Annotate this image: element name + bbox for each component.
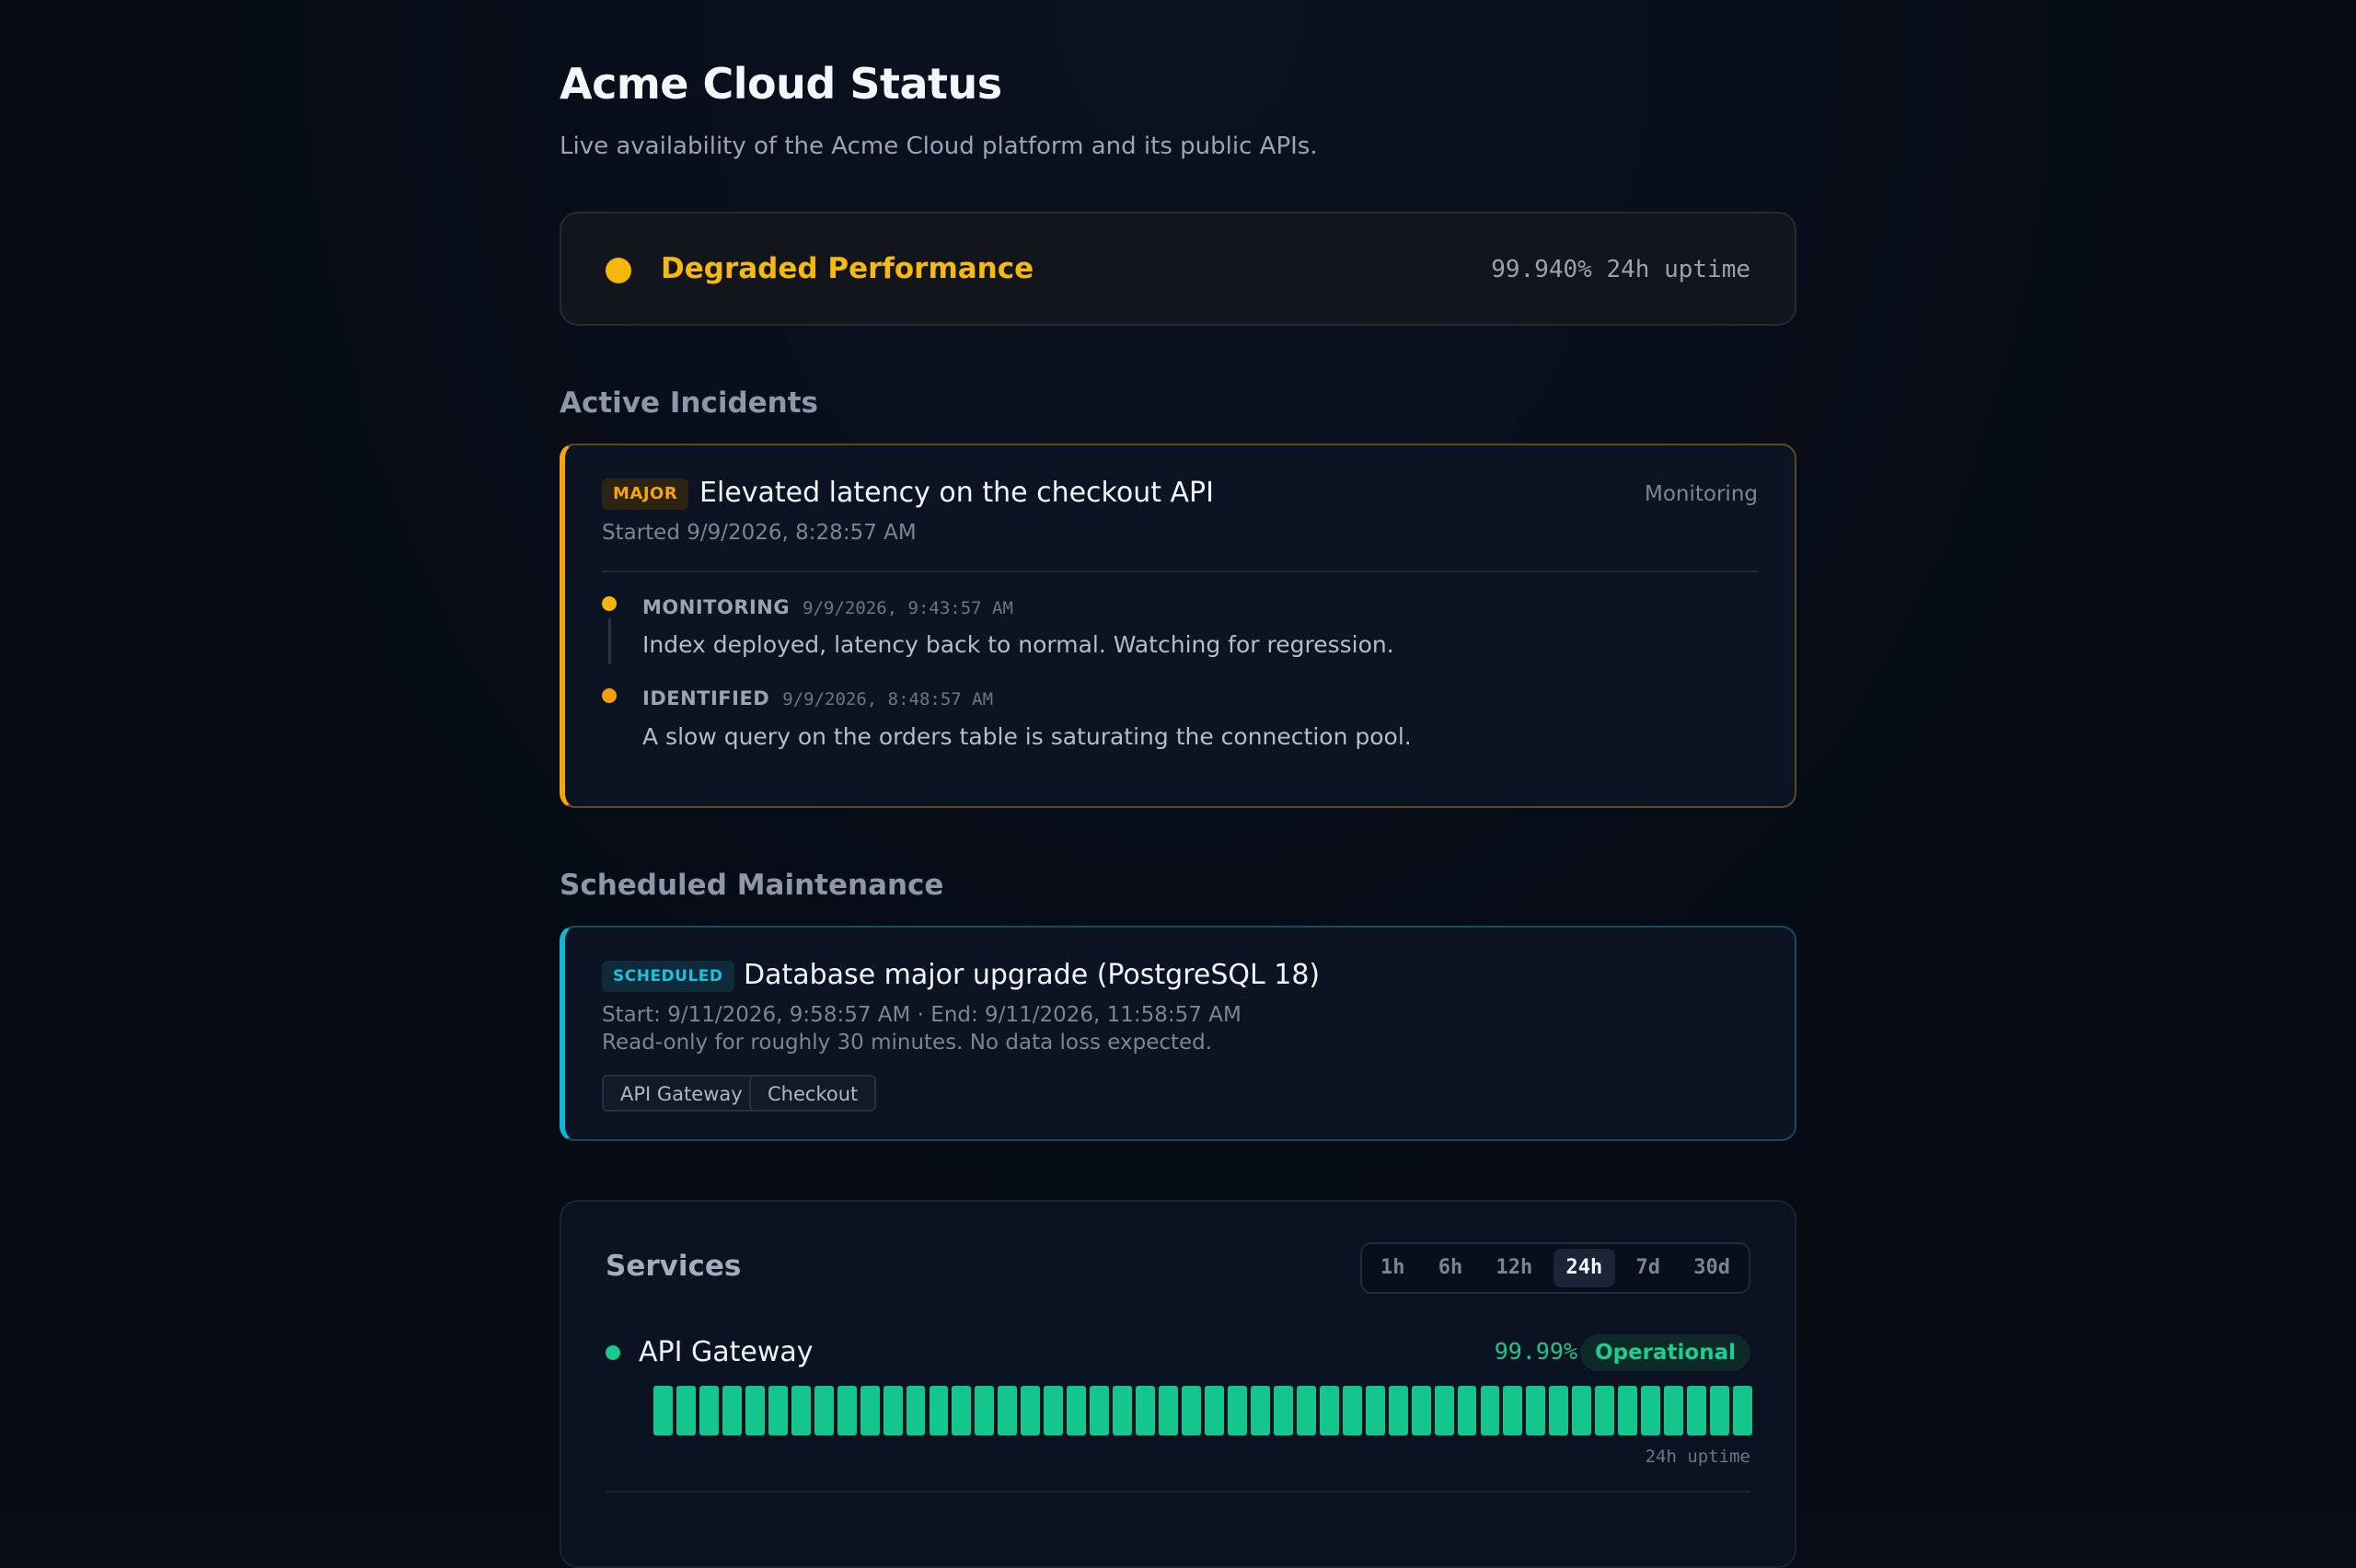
divider [606, 1491, 1750, 1493]
uptime-bar[interactable] [1319, 1386, 1339, 1435]
uptime-bar[interactable] [906, 1386, 926, 1435]
uptime-bar[interactable] [952, 1386, 972, 1435]
incident-card[interactable]: MAJOR Elevated latency on the checkout A… [560, 444, 1796, 808]
update-label: MONITORING [642, 596, 791, 618]
uptime-bar[interactable] [998, 1386, 1018, 1435]
uptime-bar[interactable] [1090, 1386, 1110, 1435]
range-12h-button[interactable]: 12h [1484, 1249, 1546, 1287]
incident-title[interactable]: Elevated latency on the checkout API [699, 477, 1214, 509]
service-uptime-percent: 99.99% [1494, 1338, 1577, 1365]
uptime-bar[interactable] [768, 1386, 788, 1435]
uptime-bar[interactable] [1365, 1386, 1385, 1435]
uptime-bar[interactable] [699, 1386, 719, 1435]
update-time: 9/9/2026, 9:43:57 AM [803, 598, 1013, 618]
uptime-bars [653, 1386, 1752, 1435]
severity-badge: MAJOR [602, 478, 689, 510]
incident-started: Started 9/9/2026, 8:28:57 AM [602, 521, 917, 545]
uptime-bar[interactable] [1113, 1386, 1133, 1435]
uptime-bar[interactable] [1687, 1386, 1707, 1435]
update-header: MONITORING 9/9/2026, 9:43:57 AM [642, 596, 1013, 618]
uptime-bar[interactable] [883, 1386, 903, 1435]
uptime-bars-caption: 24h uptime [1645, 1447, 1750, 1467]
uptime-bar[interactable] [1595, 1386, 1615, 1435]
component-chip: Checkout [749, 1075, 877, 1112]
uptime-bar[interactable] [1296, 1386, 1316, 1435]
uptime-bar[interactable] [1457, 1386, 1477, 1435]
page-title: Acme Cloud Status [560, 59, 1002, 109]
uptime-bar[interactable] [1159, 1386, 1179, 1435]
uptime-bar[interactable] [814, 1386, 834, 1435]
uptime-bar[interactable] [1480, 1386, 1500, 1435]
uptime-bar[interactable] [1136, 1386, 1156, 1435]
update-header: IDENTIFIED 9/9/2026, 8:48:57 AM [642, 687, 993, 709]
uptime-bar[interactable] [1227, 1386, 1247, 1435]
range-6h-button[interactable]: 6h [1426, 1249, 1476, 1287]
uptime-bar[interactable] [1434, 1386, 1454, 1435]
uptime-bar[interactable] [722, 1386, 742, 1435]
uptime-bar[interactable] [1273, 1386, 1293, 1435]
uptime-bar[interactable] [860, 1386, 880, 1435]
overall-status-banner: Degraded Performance 99.940% 24h uptime [560, 212, 1796, 326]
uptime-bar[interactable] [676, 1386, 696, 1435]
update-text: Index deployed, latency back to normal. … [642, 631, 1394, 658]
uptime-bar[interactable] [1549, 1386, 1569, 1435]
maintenance-title[interactable]: Database major upgrade (PostgreSQL 18) [744, 959, 1320, 991]
maintenance-description: Read-only for roughly 30 minutes. No dat… [602, 1031, 1213, 1055]
uptime-bar[interactable] [1044, 1386, 1064, 1435]
maintenance-window: Start: 9/11/2026, 9:58:57 AM · End: 9/11… [602, 1003, 1242, 1027]
status-dot-icon [606, 258, 631, 283]
uptime-bar[interactable] [1388, 1386, 1408, 1435]
uptime-bar[interactable] [1641, 1386, 1661, 1435]
timeline-dot-icon [602, 596, 617, 611]
uptime-bar[interactable] [791, 1386, 811, 1435]
scheduled-badge: SCHEDULED [602, 961, 734, 992]
uptime-bar[interactable] [975, 1386, 995, 1435]
uptime-bar[interactable] [1526, 1386, 1546, 1435]
services-title: Services [606, 1250, 742, 1283]
uptime-bar[interactable] [1664, 1386, 1684, 1435]
time-range-selector: 1h 6h 12h 24h 7d 30d [1360, 1242, 1750, 1294]
service-name[interactable]: API Gateway [639, 1336, 814, 1368]
range-1h-button[interactable]: 1h [1368, 1249, 1418, 1287]
scheduled-maintenance-heading: Scheduled Maintenance [560, 869, 944, 902]
uptime-bar[interactable] [1342, 1386, 1362, 1435]
maintenance-card[interactable]: SCHEDULED Database major upgrade (Postgr… [560, 926, 1796, 1141]
uptime-bar[interactable] [1710, 1386, 1730, 1435]
uptime-bar[interactable] [1733, 1386, 1752, 1435]
uptime-bar[interactable] [653, 1386, 673, 1435]
uptime-bar[interactable] [1250, 1386, 1270, 1435]
divider [602, 571, 1758, 572]
range-24h-button[interactable]: 24h [1553, 1249, 1616, 1287]
service-status-badge: Operational [1580, 1334, 1750, 1371]
active-incidents-heading: Active Incidents [560, 386, 818, 420]
uptime-bar[interactable] [837, 1386, 857, 1435]
update-time: 9/9/2026, 8:48:57 AM [782, 689, 994, 709]
incident-status: Monitoring [1645, 482, 1758, 506]
component-chip: API Gateway [602, 1075, 761, 1112]
update-text: A slow query on the orders table is satu… [642, 723, 1412, 750]
uptime-bar[interactable] [745, 1386, 765, 1435]
range-30d-button[interactable]: 30d [1680, 1249, 1743, 1287]
services-panel: Services 1h 6h 12h 24h 7d 30d API Gatewa… [560, 1200, 1796, 1568]
uptime-bar[interactable] [929, 1386, 949, 1435]
uptime-bar[interactable] [1067, 1386, 1087, 1435]
range-7d-button[interactable]: 7d [1623, 1249, 1674, 1287]
uptime-bar[interactable] [1021, 1386, 1041, 1435]
timeline-dot-icon [602, 688, 617, 703]
service-status-dot-icon [606, 1345, 620, 1360]
overall-status-label: Degraded Performance [661, 252, 1034, 285]
uptime-bar[interactable] [1411, 1386, 1431, 1435]
uptime-bar[interactable] [1182, 1386, 1201, 1435]
uptime-bar[interactable] [1618, 1386, 1638, 1435]
update-label: IDENTIFIED [642, 687, 770, 709]
timeline-line [608, 618, 611, 664]
overall-uptime: 99.940% 24h uptime [1491, 256, 1750, 283]
uptime-bar[interactable] [1503, 1386, 1523, 1435]
uptime-bar[interactable] [1205, 1386, 1224, 1435]
uptime-bar[interactable] [1572, 1386, 1592, 1435]
page-subtitle: Live availability of the Acme Cloud plat… [560, 133, 1318, 160]
